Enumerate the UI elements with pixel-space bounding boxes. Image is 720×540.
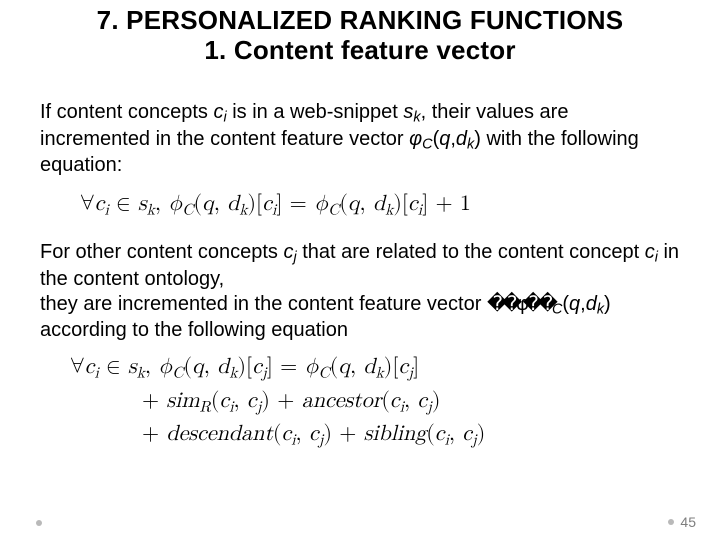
page-number: 45 <box>680 514 696 530</box>
slide: 7. PERSONALIZED RANKING FUNCTIONS 1. Con… <box>0 0 720 540</box>
var-cj: c <box>283 241 293 263</box>
slide-body: If content concepts ci is in a web-snipp… <box>40 100 680 452</box>
var-dk: d <box>586 293 597 315</box>
equation-1: ∀ci ∈ sk, ϕC(q, dk)[ci] = ϕC(q, dk)[ci] … <box>80 188 680 221</box>
var-phi-sub: C <box>552 301 562 317</box>
footer-bullet-right <box>668 519 674 525</box>
slide-title: 7. PERSONALIZED RANKING FUNCTIONS 1. Con… <box>0 6 720 66</box>
equation-1-wrap: ∀ci ∈ sk, ϕC(q, dk)[ci] = ϕC(q, dk)[ci] … <box>80 188 680 221</box>
var-dk-sub: k <box>597 301 604 317</box>
var-ci: c <box>213 101 223 123</box>
p2-text: ) <box>604 293 611 315</box>
p2-text: they are incremented in the content feat… <box>40 293 487 315</box>
p2-text: according to the following equation <box>40 319 348 341</box>
p2-text: that are related to the content concept <box>297 241 645 263</box>
page-number-wrap: 45 <box>668 514 696 530</box>
equation-2-line1: ∀ci ∈ sk, ϕC(q, dk)[cj] = ϕC(q, dk)[cj] <box>70 351 680 384</box>
paragraph-2: For other content concepts cj that are r… <box>40 240 680 343</box>
var-q: q <box>439 128 450 150</box>
p2-text: ( <box>562 293 569 315</box>
var-dk: d <box>456 128 467 150</box>
var-sk: s <box>403 101 413 123</box>
var-phi-sub: C <box>422 136 432 152</box>
glitch-chars: ��φ�� <box>487 293 552 315</box>
var-q: q <box>569 293 580 315</box>
paragraph-1: If content concepts ci is in a web-snipp… <box>40 100 680 178</box>
var-sk-sub: k <box>413 110 420 126</box>
var-phi: φ <box>409 128 422 150</box>
equation-2-line2: + simR(ci, cj) + ancestor(ci, cj) <box>70 385 680 418</box>
p1-text: If content concepts <box>40 101 213 123</box>
p1-text: is in a web-snippet <box>227 101 404 123</box>
var-ci: c <box>645 241 655 263</box>
equation-2: ∀ci ∈ sk, ϕC(q, dk)[cj] = ϕC(q, dk)[cj] … <box>70 351 680 451</box>
p1-text: ) <box>474 128 481 150</box>
equation-2-line3: + descendant(ci, cj) + sibling(ci, cj) <box>70 418 680 451</box>
footer-bullet-left <box>36 520 42 526</box>
equation-2-wrap: ∀ci ∈ sk, ϕC(q, dk)[cj] = ϕC(q, dk)[cj] … <box>70 351 680 451</box>
p2-text: For other content concepts <box>40 241 283 263</box>
